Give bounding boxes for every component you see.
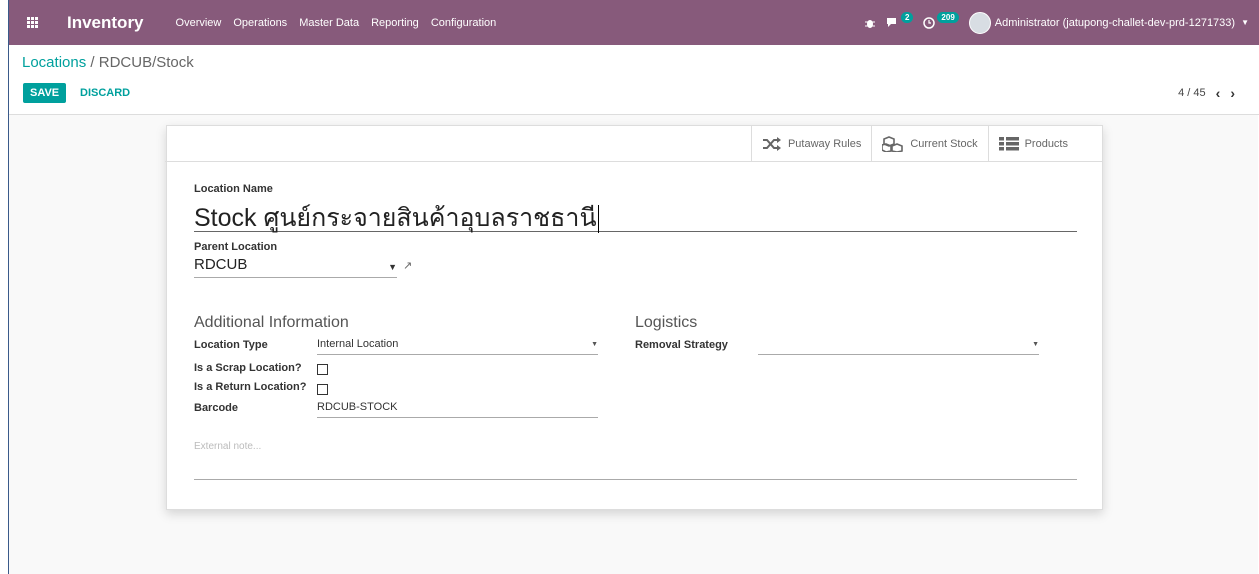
location-type-value: Internal Location [317, 338, 399, 350]
external-note-placeholder: External note... [194, 441, 262, 452]
return-location-checkbox[interactable] [317, 384, 328, 395]
location-name-input[interactable]: Stock ศูนย์กระจายสินค้าอุบลราชธานี [194, 198, 1077, 234]
removal-strategy-label: Removal Strategy [635, 339, 728, 351]
location-name-value: Stock ศูนย์กระจายสินค้าอุบลราชธานี [194, 204, 597, 232]
pager-value[interactable]: 4 / 45 [1178, 87, 1206, 99]
messages-badge: 2 [900, 12, 914, 23]
putaway-rules-button[interactable]: Putaway Rules [750, 126, 871, 162]
putaway-rules-label: Putaway Rules [787, 138, 862, 150]
breadcrumb-current: RDCUB/Stock [98, 54, 194, 71]
form-sheet: Putaway Rules Current Stock Products Loc… [165, 125, 1103, 510]
user-menu[interactable]: Administrator (jatupong-challet-dev-prd-… [995, 17, 1235, 29]
discard-button[interactable]: DISCARD [78, 83, 132, 103]
current-stock-label: Current Stock [910, 138, 978, 150]
apps-menu-icon[interactable] [9, 0, 55, 45]
menu-overview[interactable]: Overview [176, 17, 222, 29]
select-caret-icon: ▼ [1032, 341, 1039, 348]
list-icon [998, 137, 1019, 151]
external-link-icon[interactable]: ↗ [403, 259, 412, 272]
scrap-location-label: Is a Scrap Location? [194, 362, 302, 374]
external-note-field[interactable]: External note... [194, 441, 1077, 480]
additional-information-title: Additional Information [194, 314, 349, 331]
location-name-label: Location Name [194, 183, 273, 195]
text-cursor [597, 205, 599, 234]
app-frame: Inventory Overview Operations Master Dat… [8, 0, 1259, 574]
pager-prev-icon[interactable]: ‹ [1216, 85, 1221, 101]
parent-location-input[interactable]: RDCUB ▼ [194, 256, 397, 278]
barcode-label: Barcode [194, 402, 239, 414]
dropdown-caret-icon[interactable]: ▼ [388, 262, 397, 272]
shuffle-icon [762, 137, 781, 151]
messages-icon[interactable]: 2 [886, 12, 914, 28]
barcode-input[interactable]: RDCUB-STOCK [317, 401, 598, 418]
debug-bug-icon[interactable] [864, 17, 876, 29]
logistics-title: Logistics [635, 314, 698, 331]
menu-reporting[interactable]: Reporting [371, 17, 419, 29]
menu-master-data[interactable]: Master Data [299, 17, 359, 29]
menu-configuration[interactable]: Configuration [431, 17, 496, 29]
app-title[interactable]: Inventory [67, 13, 144, 33]
location-type-select[interactable]: Internal Location ▼ [317, 338, 598, 355]
barcode-value: RDCUB-STOCK [317, 401, 398, 413]
top-navbar: Inventory Overview Operations Master Dat… [9, 0, 1259, 45]
return-location-label: Is a Return Location? [194, 381, 307, 393]
current-stock-button[interactable]: Current Stock [871, 126, 987, 162]
menu-operations[interactable]: Operations [233, 17, 287, 29]
button-box: Putaway Rules Current Stock Products [165, 126, 1102, 162]
scrap-location-checkbox[interactable] [317, 364, 328, 375]
navbar-right: 2 209 Administrator (jatupong-challet-de… [864, 0, 1259, 45]
breadcrumb: Locations / RDCUB/Stock [22, 54, 194, 71]
user-caret-icon[interactable]: ▼ [1241, 18, 1249, 27]
pager-next-icon[interactable]: › [1230, 85, 1235, 101]
products-label: Products [1024, 138, 1068, 150]
pager: 4 / 45 ‹ › [1178, 85, 1235, 101]
select-caret-icon: ▼ [591, 341, 598, 348]
breadcrumb-parent-link[interactable]: Locations [22, 54, 86, 71]
activities-badge: 209 [937, 12, 959, 23]
cubes-icon [882, 136, 904, 152]
control-panel: Locations / RDCUB/Stock SAVE DISCARD 4 /… [9, 45, 1259, 115]
parent-location-label: Parent Location [194, 241, 278, 253]
save-button[interactable]: SAVE [23, 83, 67, 103]
breadcrumb-separator: / [86, 54, 99, 71]
activities-clock-icon[interactable]: 209 [923, 12, 959, 29]
parent-location-value: RDCUB [194, 256, 248, 273]
removal-strategy-select[interactable]: ▼ [758, 338, 1039, 355]
products-button[interactable]: Products [987, 126, 1102, 162]
location-type-label: Location Type [194, 339, 268, 351]
user-avatar[interactable] [968, 11, 991, 34]
